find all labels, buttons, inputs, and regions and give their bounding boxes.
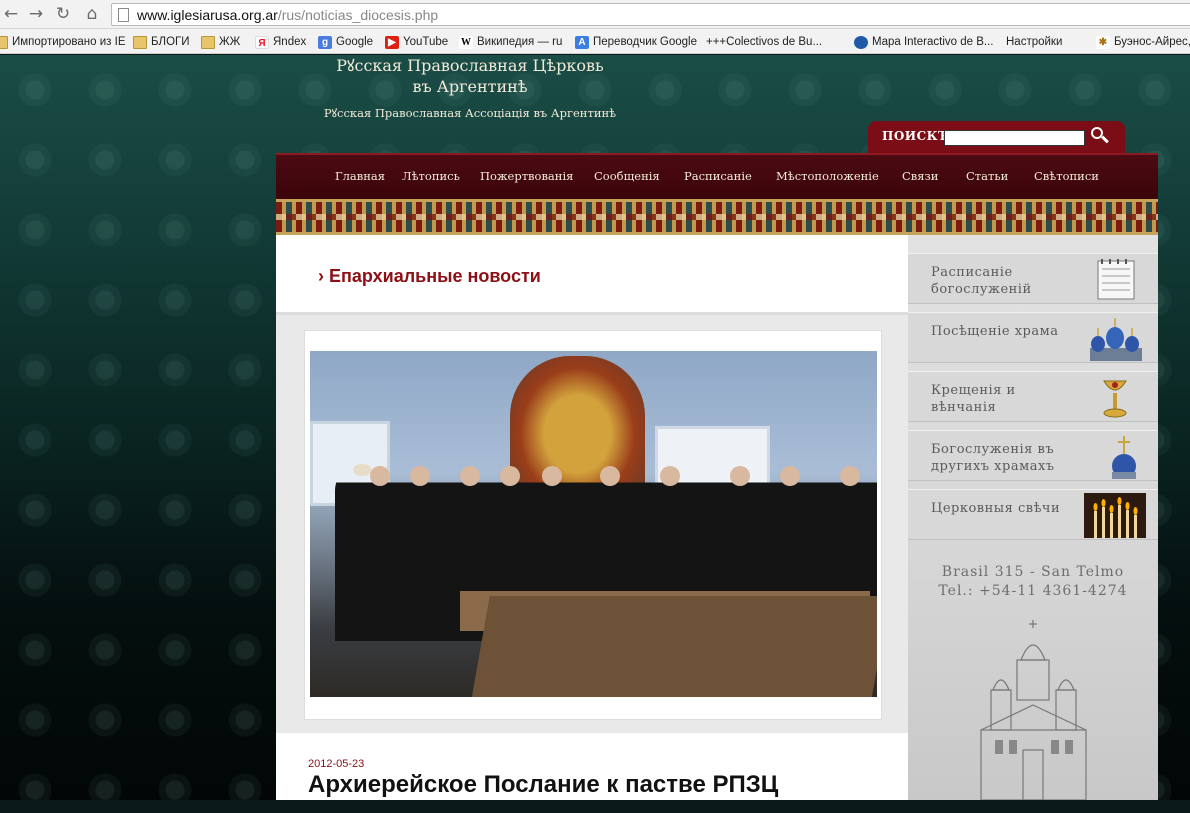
post-date: 2012-05-23	[308, 758, 365, 770]
menu-item-donations[interactable]: Пожертвованія	[480, 169, 573, 183]
bookmark-item[interactable]: ЖЖ	[201, 34, 240, 50]
bookmarks-bar: Импортировано из IE БЛОГИ ЖЖ Я Яndex g Goo…	[0, 29, 1190, 102]
page-title: › Епархиальные новости	[318, 266, 541, 286]
gear-icon: ✱	[1096, 35, 1110, 49]
ornamental-border	[276, 199, 1158, 235]
clergy-head	[370, 466, 390, 486]
search-input[interactable]	[944, 130, 1085, 146]
bookmark-item[interactable]: БЛОГИ	[133, 34, 190, 50]
phone-line: Tel.: +54-11 4361-4274	[938, 583, 1128, 599]
headline-box: › Епархиальные новости	[276, 235, 908, 315]
clergy-head	[542, 466, 562, 486]
photo-table	[470, 596, 877, 697]
sidebar-item-label: Церковныя свѣчи	[931, 501, 1061, 516]
url-path: /rus/noticias_diocesis.php	[277, 7, 439, 23]
post-card: 2012-05-23 Архиерейское Послание к паств…	[276, 733, 908, 800]
sidebar-item-visit[interactable]: Посѣщеніе храма	[908, 312, 1158, 363]
search-button[interactable]	[1089, 125, 1111, 147]
bookmark-item[interactable]: Mapa Interactivo de B...	[854, 34, 993, 50]
address-bar[interactable]: www.iglesiarusa.org.ar/rus/noticias_dioc…	[111, 3, 1190, 26]
post-title[interactable]: Архиерейское Послание к пастве РПЗЦ	[308, 771, 778, 799]
browser-toolbar: ← → ↻ ⌂ www.iglesiarusa.org.ar/rus/notic…	[0, 0, 1190, 29]
menu-item-announcements[interactable]: Сообщенія	[594, 169, 660, 183]
photo-card	[304, 330, 882, 720]
cross-dome-icon	[1112, 436, 1136, 479]
clergy-head	[500, 466, 520, 486]
bookmark-item[interactable]: Я Яndex	[255, 34, 306, 50]
yandex-icon: Я	[255, 35, 269, 49]
menu-item-links[interactable]: Связи	[902, 169, 938, 183]
url-host: www.iglesiarusa.org.ar	[137, 7, 278, 23]
chalice-icon	[1103, 380, 1127, 418]
menu-item-articles[interactable]: Статьи	[966, 169, 1008, 183]
site-title-line1: Рꙋсская Православная Цѣрковь	[336, 56, 604, 75]
translate-icon: A	[575, 35, 589, 49]
clergy-head	[730, 466, 750, 486]
sidebar-item-other-churches[interactable]: Богослуженія въ другихъ храмахъ	[908, 430, 1158, 481]
bookmark-item[interactable]: g Google	[318, 34, 373, 50]
address-line: Brasil 315 - San Telmo	[941, 564, 1125, 580]
clergy-head	[780, 466, 800, 486]
church-drawing	[980, 620, 1087, 800]
back-arrow-icon[interactable]: ←	[1, 4, 21, 24]
web-page: Рꙋсская Православная Цѣрковь въ Аргентин…	[0, 55, 1190, 800]
youtube-icon: ▶	[385, 35, 399, 49]
bookmark-item[interactable]: W Википедия — ru	[459, 34, 562, 50]
sidebar-item-schedule[interactable]: Расписаніе богослуженій	[908, 253, 1158, 304]
clergy-head	[840, 466, 860, 486]
sidebar-item-label: Богослуженія въ другихъ храмахъ	[931, 442, 1055, 474]
calendar-icon	[1097, 259, 1135, 300]
map-icon	[854, 35, 868, 49]
sidebar-item-baptism[interactable]: Крещенія и вѣнчанія	[908, 371, 1158, 422]
sidebar-item-label: Расписаніе богослуженій	[931, 265, 1032, 297]
top-right-link[interactable]	[965, 55, 1125, 59]
sidebar-item-candles[interactable]: Церковныя свѣчи	[908, 489, 1158, 540]
bookmark-item[interactable]: ▶ YouTube	[385, 34, 448, 50]
news-photo[interactable]	[310, 351, 877, 697]
clergy-head	[410, 466, 430, 486]
address-block: Brasil 315 - San Telmo Tel.: +54-11 4361…	[908, 563, 1158, 601]
church-domes-icon	[1090, 318, 1142, 361]
menu-item-home[interactable]: Главная	[335, 169, 385, 183]
google-icon: g	[318, 35, 332, 49]
bookmark-item[interactable]: A Переводчик Google	[575, 34, 697, 50]
folder-icon	[133, 35, 147, 49]
reload-icon[interactable]: ↻	[53, 4, 73, 24]
site-subtitle: Рꙋсская Православная Ассоціація въ Арген…	[323, 106, 617, 120]
bookmark-item[interactable]: Импортировано из IE	[0, 34, 126, 50]
site-title-line2: въ Аргентинѣ	[412, 77, 528, 96]
bookmark-item[interactable]: Настройки	[1006, 34, 1062, 102]
menu-item-schedule[interactable]: Расписаніе	[684, 169, 752, 183]
menu-item-location[interactable]: Мѣстоположеніе	[776, 169, 879, 183]
menu-item-chronicle[interactable]: Лѣтопись	[402, 169, 460, 183]
bookmark-item[interactable]: +++Colectivos de Bu...	[706, 34, 822, 102]
clergy-head	[600, 466, 620, 486]
search-label: ПОИСКЪ	[882, 129, 951, 143]
main-content: › Епархиальные новости 2012-05-23 Архиер…	[276, 235, 908, 800]
sidebar-item-label: Крещенія и вѣнчанія	[931, 383, 1016, 415]
candles-icon	[1084, 493, 1146, 538]
forward-arrow-icon[interactable]: →	[26, 4, 46, 24]
home-icon[interactable]: ⌂	[82, 4, 102, 24]
folder-icon	[0, 35, 8, 49]
sidebar-item-label: Посѣщеніе храма	[931, 324, 1059, 339]
search-panel: ПОИСКЪ	[868, 121, 1125, 153]
clergy-head	[460, 466, 480, 486]
wikipedia-icon: W	[459, 35, 473, 49]
sidebar: Расписаніе богослуженій Посѣщеніе храма …	[908, 235, 1158, 800]
page-icon	[118, 8, 129, 22]
clergy-head	[660, 466, 680, 486]
bookmark-item[interactable]: ✱Буэнос-Айрес, Т	[1096, 34, 1190, 50]
menu-item-photos[interactable]: Свѣтописи	[1034, 169, 1099, 183]
main-menu: Главная Лѣтопись Пожертвованія Сообщенія…	[276, 153, 1158, 199]
folder-icon	[201, 35, 215, 49]
site-title[interactable]: Рꙋсская Православная Цѣрковь въ Аргентин…	[300, 55, 640, 97]
